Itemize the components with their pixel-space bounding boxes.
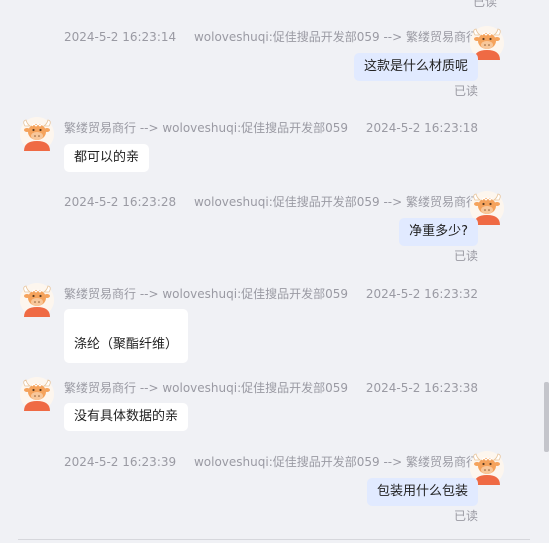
message-outgoing: 2024-5-2 16:23:14 woloveshuqi:促佳搜品开发部059… <box>0 26 530 101</box>
avatar[interactable] <box>20 283 54 317</box>
message-time: 2024-5-2 16:23:39 <box>63 455 177 469</box>
message-bubble[interactable]: 包装用什么包装 <box>366 478 478 506</box>
avatar[interactable] <box>20 117 54 151</box>
input-divider <box>18 539 530 540</box>
message-bubble[interactable]: 这款是什么材质呢 <box>353 53 478 81</box>
bull-avatar-icon <box>20 283 54 317</box>
message-bubble[interactable]: 净重多少? <box>399 218 478 246</box>
message-route: 繁缕贸易商行 --> woloveshuqi:促佳搜品开发部059 <box>64 381 349 395</box>
message-incoming: 繁缕贸易商行 --> woloveshuqi:促佳搜品开发部059 2024-5… <box>0 283 530 363</box>
message-time: 2024-5-2 16:23:28 <box>63 195 177 209</box>
avatar[interactable] <box>20 377 54 411</box>
message-meta: 2024-5-2 16:23:28 woloveshuqi:促佳搜品开发部059… <box>64 193 478 210</box>
message-time: 2024-5-2 16:23:18 <box>365 121 479 135</box>
message-bubble[interactable]: 涤纶（聚酯纤维） 涤纶（聚酯纤维） <box>64 309 189 363</box>
message-time: 2024-5-2 16:23:32 <box>365 287 479 301</box>
scrollbar-track[interactable] <box>543 0 549 543</box>
message-text: 涤纶（聚酯纤维） <box>74 337 179 352</box>
message-meta: 繁缕贸易商行 --> woloveshuqi:促佳搜品开发部059 2024-5… <box>64 119 478 136</box>
message-route: 繁缕贸易商行 --> woloveshuqi:促佳搜品开发部059 <box>64 287 349 301</box>
bull-avatar-icon <box>20 377 54 411</box>
bull-avatar-icon <box>20 117 54 151</box>
message-time: 2024-5-2 16:23:14 <box>63 30 177 44</box>
message-route: woloveshuqi:促佳搜品开发部059 --> 繁缕贸易商行 <box>193 195 478 209</box>
message-meta: 繁缕贸易商行 --> woloveshuqi:促佳搜品开发部059 2024-5… <box>64 285 478 302</box>
read-status: 已读 <box>453 84 478 98</box>
message-route: 繁缕贸易商行 --> woloveshuqi:促佳搜品开发部059 <box>64 121 349 135</box>
read-status: 已读 <box>453 509 478 523</box>
message-meta: 2024-5-2 16:23:14 woloveshuqi:促佳搜品开发部059… <box>64 28 478 45</box>
message-bubble[interactable]: 都可以的亲 <box>64 144 150 172</box>
read-status-fragment: 已读 <box>472 0 497 9</box>
message-incoming: 繁缕贸易商行 --> woloveshuqi:促佳搜品开发部059 2024-5… <box>0 117 530 177</box>
message-time: 2024-5-2 16:23:38 <box>365 381 479 395</box>
message-route: woloveshuqi:促佳搜品开发部059 --> 繁缕贸易商行 <box>193 30 478 44</box>
message-incoming: 繁缕贸易商行 --> woloveshuqi:促佳搜品开发部059 2024-5… <box>0 377 530 437</box>
message-outgoing: 2024-5-2 16:23:39 woloveshuqi:促佳搜品开发部059… <box>0 451 530 526</box>
message-meta: 繁缕贸易商行 --> woloveshuqi:促佳搜品开发部059 2024-5… <box>64 379 478 396</box>
message-outgoing: 2024-5-2 16:23:28 woloveshuqi:促佳搜品开发部059… <box>0 191 530 266</box>
scrollbar-thumb[interactable] <box>544 382 549 452</box>
read-status: 已读 <box>453 249 478 263</box>
message-meta: 2024-5-2 16:23:39 woloveshuqi:促佳搜品开发部059… <box>64 453 478 470</box>
message-route: woloveshuqi:促佳搜品开发部059 --> 繁缕贸易商行 <box>193 455 478 469</box>
message-bubble[interactable]: 没有具体数据的亲 <box>64 403 189 431</box>
